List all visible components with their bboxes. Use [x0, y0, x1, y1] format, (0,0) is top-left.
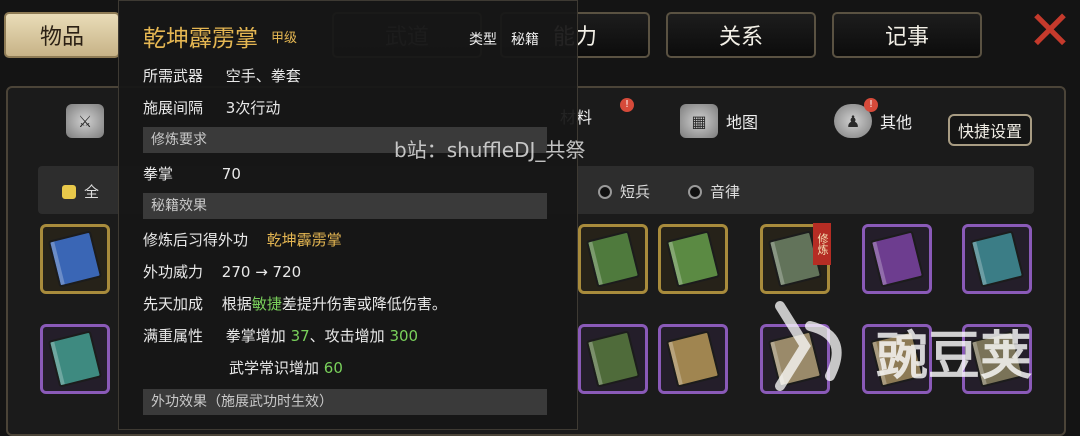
innate-post: 差提升伤害或降低伤害。 — [281, 295, 447, 313]
manual-book-icon — [47, 330, 103, 388]
filter-music-label: 音律 — [710, 183, 741, 201]
uploader-watermark: b站：shuffleDJ_共祭 — [394, 138, 586, 162]
manual-book-icon — [869, 230, 925, 288]
power-label: 外功威力 — [143, 263, 204, 281]
manual-book-icon — [585, 330, 641, 388]
manual-book-icon — [665, 230, 721, 288]
filter-all[interactable]: 全 — [62, 181, 99, 202]
quick-settings-button[interactable]: 快捷设置 — [948, 114, 1032, 146]
manual-book-icon — [969, 230, 1025, 288]
learn-label: 修炼后习得外功 — [143, 231, 249, 249]
tooltip-title: 乾坤霹雳掌 — [143, 26, 258, 52]
weapon-value: 空手、拳套 — [225, 67, 301, 85]
category-other[interactable]: ♟ ! 其他 — [834, 98, 913, 138]
innate-pre: 根据 — [221, 295, 252, 313]
map-icon: ▦ — [680, 104, 718, 138]
full-bonus-2b: 60 — [323, 359, 343, 377]
requirement-row: 拳掌 70 — [143, 163, 241, 184]
full-bonus-2a: 武学常识增加 — [229, 359, 324, 377]
learn-row: 修炼后习得外功 乾坤霹雳掌 — [143, 229, 342, 250]
outer-effect-section: 外功效果（施展武功时生效） — [143, 389, 547, 415]
tooltip-type-value: 秘籍 — [511, 32, 539, 48]
other-alert-icon: ! — [864, 98, 878, 112]
power-row: 外功威力 270 → 720 — [143, 261, 301, 282]
full-bonus-row: 满重属性 拳掌增加 37、攻击增加 300 — [143, 325, 418, 346]
inventory-slot[interactable] — [962, 224, 1032, 294]
full-bonus-1a: 拳掌增加 — [225, 327, 291, 345]
radio-icon — [598, 184, 612, 199]
map-label: 地图 — [726, 113, 759, 132]
filter-short-weapon-label: 短兵 — [620, 183, 651, 201]
radio-icon — [688, 184, 702, 199]
app-logo-icon — [775, 301, 842, 391]
category-weapons[interactable]: ⚔ — [66, 104, 104, 138]
full-bonus-label: 满重属性 — [143, 327, 204, 345]
inventory-slot[interactable] — [578, 324, 648, 394]
category-map[interactable]: ▦ 地图 — [680, 104, 758, 138]
full-bonus-1b: 37 — [290, 327, 310, 345]
tooltip-grade: 甲级 — [271, 31, 298, 46]
manual-book-icon — [585, 230, 641, 288]
radio-checked-icon — [62, 184, 76, 199]
other-label: 其他 — [880, 113, 913, 132]
close-icon[interactable]: ✕ — [1024, 4, 1076, 58]
filter-music[interactable]: 音律 — [688, 181, 740, 202]
weapon-label: 所需武器 — [143, 67, 204, 85]
other-icon: ♟ ! — [834, 98, 878, 138]
inventory-slot[interactable] — [862, 224, 932, 294]
interval-row: 施展间隔 3次行动 — [143, 97, 280, 118]
innate-stat: 敏捷 — [251, 295, 282, 313]
weapon-row: 所需武器 空手、拳套 — [143, 65, 301, 86]
inventory-slot[interactable] — [658, 324, 728, 394]
effect-section: 秘籍效果 — [143, 193, 547, 219]
tab-relations[interactable]: 关系 — [666, 12, 816, 58]
full-bonus-1c: 、攻击增加 — [309, 327, 390, 345]
inventory-slot[interactable] — [40, 224, 110, 294]
tooltip-type-label: 类型 — [469, 32, 497, 48]
learn-value: 乾坤霹雳掌 — [266, 231, 342, 249]
full-bonus-row-2: 武学常识增加 60 — [229, 357, 343, 378]
power-value: 270 → 720 — [221, 263, 302, 281]
weapon-category-icon: ⚔ — [66, 104, 104, 138]
requirement-label: 拳掌 — [143, 165, 174, 183]
requirement-value: 70 — [221, 165, 241, 183]
manual-book-icon — [665, 330, 721, 388]
full-bonus-1d: 300 — [389, 327, 419, 345]
interval-label: 施展间隔 — [143, 99, 204, 117]
inventory-slot[interactable] — [578, 224, 648, 294]
app-logo-text: 豌豆荚 — [876, 327, 1033, 387]
inventory-slot[interactable] — [40, 324, 110, 394]
interval-value: 3次行动 — [225, 99, 281, 117]
tab-journal[interactable]: 记事 — [832, 12, 982, 58]
material-alert-icon: ! — [620, 98, 635, 112]
item-tooltip: 乾坤霹雳掌 甲级 类型 秘籍 所需武器 空手、拳套 施展间隔 3次行动 修炼要求… — [118, 0, 578, 430]
filter-short-weapon[interactable]: 短兵 — [598, 181, 650, 202]
cultivating-tag: 修炼 — [813, 223, 831, 265]
inventory-slot[interactable] — [658, 224, 728, 294]
scroll-item-icon — [47, 230, 103, 288]
filter-all-label: 全 — [84, 183, 100, 201]
inventory-slot[interactable]: 修炼 — [760, 223, 831, 294]
innate-row: 先天加成 根据敏捷差提升伤害或降低伤害。 — [143, 293, 447, 314]
tab-items[interactable]: 物品 — [4, 12, 120, 58]
innate-label: 先天加成 — [143, 295, 204, 313]
